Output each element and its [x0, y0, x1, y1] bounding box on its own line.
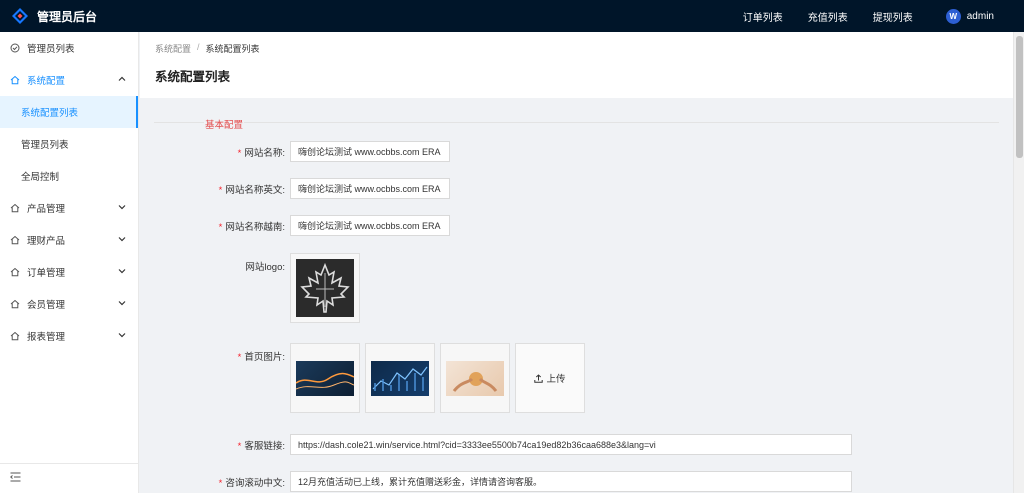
form-row-marquee-cn: * 咨询滚动中文: 12月充值活动已上线，累计充值赠送彩金，详情请咨询客服。	[140, 471, 852, 492]
chevron-down-icon	[118, 331, 126, 341]
breadcrumb-current: 系统配置列表	[205, 44, 260, 54]
site-name-vi-label: * 网站名称越南:	[218, 221, 285, 233]
form-row-site-name-en: * 网站名称英文: 嗨创论坛测试 www.ocbbs.com ERA	[140, 178, 450, 199]
home-image-thumb	[296, 360, 354, 396]
section-divider	[154, 122, 999, 123]
user-name: admin	[966, 10, 994, 22]
sidebar-item-label: 产品管理	[27, 204, 66, 215]
sidebar-item-label: 会员管理	[27, 300, 66, 311]
sidebar-item-order-management[interactable]: 订单管理	[0, 256, 138, 288]
sidebar-item-system-config[interactable]: 系统配置	[0, 64, 138, 96]
sidebar-subitem-global-control[interactable]: 全局控制	[0, 160, 138, 192]
nav-withdraw-list[interactable]: 提现列表	[873, 9, 913, 24]
home-image-thumb	[371, 360, 429, 396]
upload-label: 上传	[546, 374, 566, 385]
main-content: 基本配置 * 网站名称: 嗨创论坛测试 www.ocbbs.com ERA * 网站…	[140, 98, 1013, 493]
sidebar-subitem-admin-list[interactable]: 管理员列表	[0, 128, 138, 160]
app-title: 管理员后台	[37, 9, 98, 24]
chevron-down-icon	[118, 235, 126, 245]
form-row-service-link: * 客服链接: https://dash.cole21.win/service.h…	[140, 434, 852, 455]
sidebar-subitem-system-config-list[interactable]: 系统配置列表	[0, 96, 138, 128]
site-name-input[interactable]: 嗨创论坛测试 www.ocbbs.com ERA	[290, 141, 450, 162]
home-image-thumb	[446, 360, 504, 396]
sidebar-item-label: 管理员列表	[27, 44, 75, 55]
sidebar-item-label: 理财产品	[27, 236, 66, 247]
breadcrumb-separator: /	[197, 42, 200, 52]
page-scrollbar[interactable]	[1013, 32, 1024, 493]
sidebar-item-report-management[interactable]: 报表管理	[0, 320, 138, 352]
sidebar-item-wealth-products[interactable]: 理财产品	[0, 224, 138, 256]
breadcrumb-parent[interactable]: 系统配置	[155, 42, 191, 55]
home-image-card[interactable]	[290, 343, 360, 413]
page-header: 系统配置 / 系统配置列表 系统配置列表	[140, 32, 1013, 98]
form-row-site-name: * 网站名称: 嗨创论坛测试 www.ocbbs.com ERA	[140, 141, 450, 162]
section-title: 基本配置	[204, 117, 245, 131]
sidebar: 管理员列表 系统配置 系统配置列表 管理员列表 全局控制 产品管理 理财产品 订…	[0, 32, 139, 493]
chevron-down-icon	[118, 203, 126, 213]
service-link-input[interactable]: https://dash.cole21.win/service.html?cid…	[290, 434, 852, 455]
home-images-label: * 首页图片:	[237, 352, 285, 363]
maple-leaf-logo-image	[296, 259, 354, 317]
upload-icon	[534, 373, 544, 383]
home-image-card[interactable]	[440, 343, 510, 413]
home-image-card[interactable]	[365, 343, 435, 413]
home-icon	[10, 203, 20, 213]
site-logo-card[interactable]	[290, 253, 360, 323]
chevron-down-icon	[118, 299, 126, 309]
sidebar-item-member-management[interactable]: 会员管理	[0, 288, 138, 320]
site-name-label: * 网站名称:	[237, 147, 285, 159]
form-row-site-name-vi: * 网站名称越南: 嗨创论坛测试 www.ocbbs.com ERA	[140, 215, 450, 236]
site-name-en-input[interactable]: 嗨创论坛测试 www.ocbbs.com ERA	[290, 178, 450, 199]
top-nav: 订单列表 充值列表 提现列表 W admin	[743, 0, 1024, 32]
home-icon	[10, 75, 20, 85]
marquee-cn-label: * 咨询滚动中文:	[218, 477, 285, 489]
app-logo[interactable]: 管理员后台	[0, 7, 140, 25]
marquee-cn-input[interactable]: 12月充值活动已上线，累计充值赠送彩金，详情请咨询客服。	[290, 471, 852, 492]
chevron-down-icon	[118, 267, 126, 277]
breadcrumb: 系统配置 / 系统配置列表	[155, 42, 998, 55]
avatar: W	[945, 8, 961, 24]
circle-check-icon	[10, 43, 20, 53]
nav-order-list[interactable]: 订单列表	[743, 9, 783, 24]
nav-recharge-list[interactable]: 充值列表	[808, 9, 848, 24]
home-icon	[10, 331, 20, 341]
scrollbar-thumb[interactable]	[1016, 36, 1023, 158]
sidebar-item-label: 报表管理	[27, 332, 66, 343]
service-link-label: * 客服链接:	[237, 440, 285, 452]
home-icon	[10, 299, 20, 309]
form-row-home-images: * 首页图片: 上传	[140, 343, 585, 413]
sidebar-item-product-management[interactable]: 产品管理	[0, 192, 138, 224]
page-title: 系统配置列表	[155, 70, 231, 84]
menu-fold-icon	[10, 472, 21, 485]
sidebar-item-label: 订单管理	[27, 268, 66, 279]
upload-button[interactable]: 上传	[515, 343, 585, 413]
home-icon	[10, 267, 20, 277]
sidebar-item-admin-list[interactable]: 管理员列表	[0, 32, 138, 64]
sidebar-collapse-button[interactable]	[0, 463, 139, 493]
chevron-up-icon	[118, 75, 126, 85]
site-logo-label: 网站logo:	[245, 262, 285, 273]
user-menu[interactable]: W admin	[945, 8, 994, 24]
diamond-logo-icon	[11, 7, 29, 25]
sidebar-item-label: 系统配置	[27, 76, 66, 87]
form-row-site-logo: 网站logo:	[140, 253, 365, 323]
site-name-en-label: * 网站名称英文:	[218, 184, 285, 196]
site-name-vi-input[interactable]: 嗨创论坛测试 www.ocbbs.com ERA	[290, 215, 450, 236]
home-icon	[10, 235, 20, 245]
top-header: 管理员后台 订单列表 充值列表 提现列表 W admin	[0, 0, 1024, 32]
